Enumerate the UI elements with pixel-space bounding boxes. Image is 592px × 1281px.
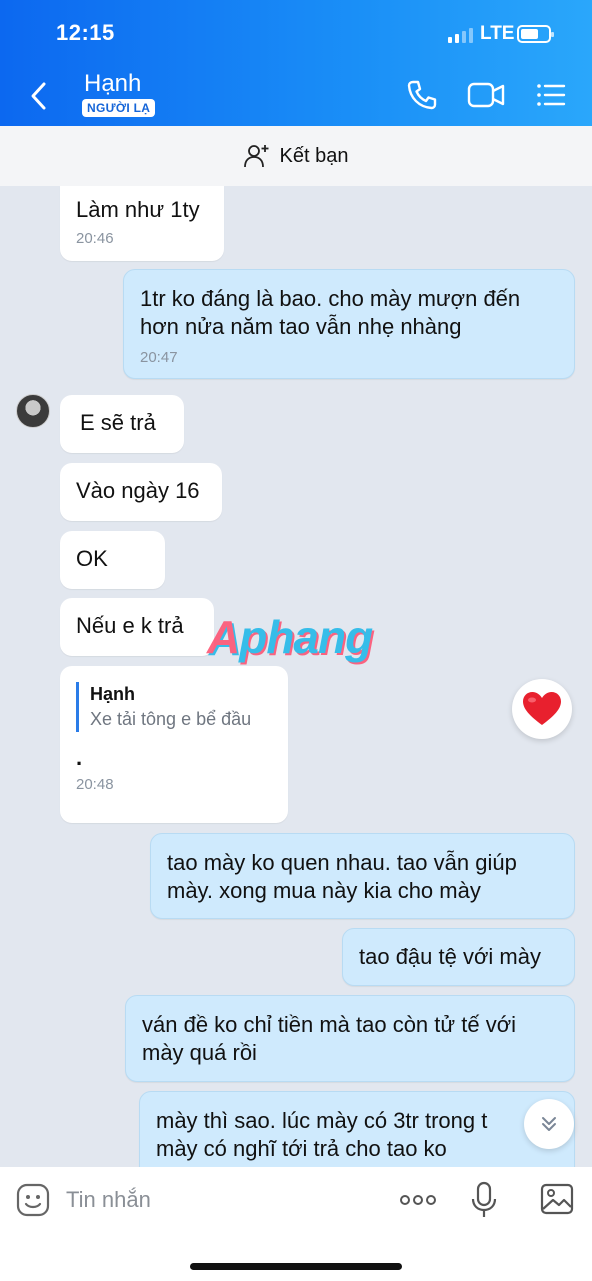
reply-message-bubble[interactable]: Hạnh Xe tải tông e bể đầu . 20:48 — [60, 666, 288, 823]
message-text: E sẽ trả — [80, 410, 156, 435]
message-text: ván đề ko chỉ tiền mà tao còn tử tế với — [142, 1012, 517, 1037]
stranger-badge: NGƯỜI LẠ — [82, 99, 156, 117]
network-label: LTE — [480, 23, 515, 44]
message-text: OK — [76, 546, 108, 571]
microphone-icon[interactable] — [471, 1181, 497, 1219]
avatar[interactable] — [16, 394, 50, 428]
reaction-button[interactable] — [512, 679, 572, 739]
add-friend-bar[interactable]: Kết bạn — [0, 126, 592, 186]
sticker-icon[interactable] — [16, 1183, 50, 1217]
message-input-bar — [0, 1167, 592, 1281]
message-bubble[interactable]: Nếu e k trả — [60, 598, 214, 656]
message-input[interactable] — [66, 1181, 366, 1219]
signal-icon — [448, 27, 473, 43]
message-text: tao mày ko quen nhau. tao vẫn giúp — [167, 850, 517, 875]
image-icon[interactable] — [540, 1183, 574, 1215]
double-chevron-down-icon — [542, 1117, 556, 1131]
phone-icon[interactable] — [405, 78, 439, 112]
message-time: 20:47 — [140, 349, 178, 366]
message-bubble[interactable]: Vào ngày 16 — [60, 463, 222, 521]
message-text: Vào ngày 16 — [76, 478, 200, 503]
add-friend-label: Kết bạn — [279, 144, 349, 167]
message-text: hơn nửa năm tao vẫn nhẹ nhàng — [140, 314, 462, 339]
video-camera-icon[interactable] — [466, 78, 506, 112]
message-bubble[interactable]: OK — [60, 531, 165, 589]
scroll-to-bottom-button[interactable] — [524, 1099, 574, 1149]
message-text: Nếu e k trả — [76, 613, 184, 638]
message-text: tao đậu tệ với mày — [359, 944, 541, 969]
message-text: mày. xong mua này kia cho mày — [167, 878, 481, 903]
message-text: Làm như 1ty — [76, 197, 200, 222]
contact-name[interactable]: Hạnh — [84, 70, 141, 98]
add-friend-icon — [243, 145, 269, 168]
quoted-sender: Hạnh — [90, 684, 135, 704]
message-bubble[interactable]: ván đề ko chỉ tiền mà tao còn tử tế với … — [125, 995, 575, 1082]
quoted-message[interactable]: Hạnh Xe tải tông e bể đầu — [76, 682, 272, 732]
message-bubble[interactable]: E sẽ trả — [60, 395, 184, 453]
battery-icon — [517, 25, 554, 43]
message-bubble[interactable]: Làm như 1ty 20:46 — [60, 186, 224, 261]
message-bubble[interactable]: tao mày ko quen nhau. tao vẫn giúp mày. … — [150, 833, 575, 919]
chat-header: 12:15 LTE Hạnh NGƯỜI LẠ — [0, 0, 592, 126]
watermark-logo: Aphang — [207, 611, 373, 663]
message-time: 20:48 — [76, 776, 114, 793]
back-icon[interactable] — [24, 76, 56, 116]
message-text: mày có nghĩ tới trả cho tao ko — [156, 1136, 447, 1161]
message-time: 20:46 — [76, 230, 114, 247]
heart-icon — [523, 692, 561, 725]
status-time: 12:15 — [56, 20, 115, 45]
message-text: 1tr ko đáng là bao. cho mày mượn đến — [140, 286, 521, 311]
menu-list-icon[interactable] — [533, 78, 567, 112]
message-text: mày thì sao. lúc mày có 3tr trong t — [156, 1108, 488, 1133]
message-text: . — [76, 745, 83, 770]
more-dots-icon[interactable] — [398, 1187, 438, 1213]
quoted-text: Xe tải tông e bể đầu — [90, 709, 252, 729]
message-bubble[interactable]: 1tr ko đáng là bao. cho mày mượn đến hơn… — [123, 269, 575, 379]
message-text: mày quá rồi — [142, 1040, 257, 1065]
message-bubble[interactable]: tao đậu tệ với mày — [342, 928, 575, 986]
home-indicator — [190, 1263, 402, 1270]
